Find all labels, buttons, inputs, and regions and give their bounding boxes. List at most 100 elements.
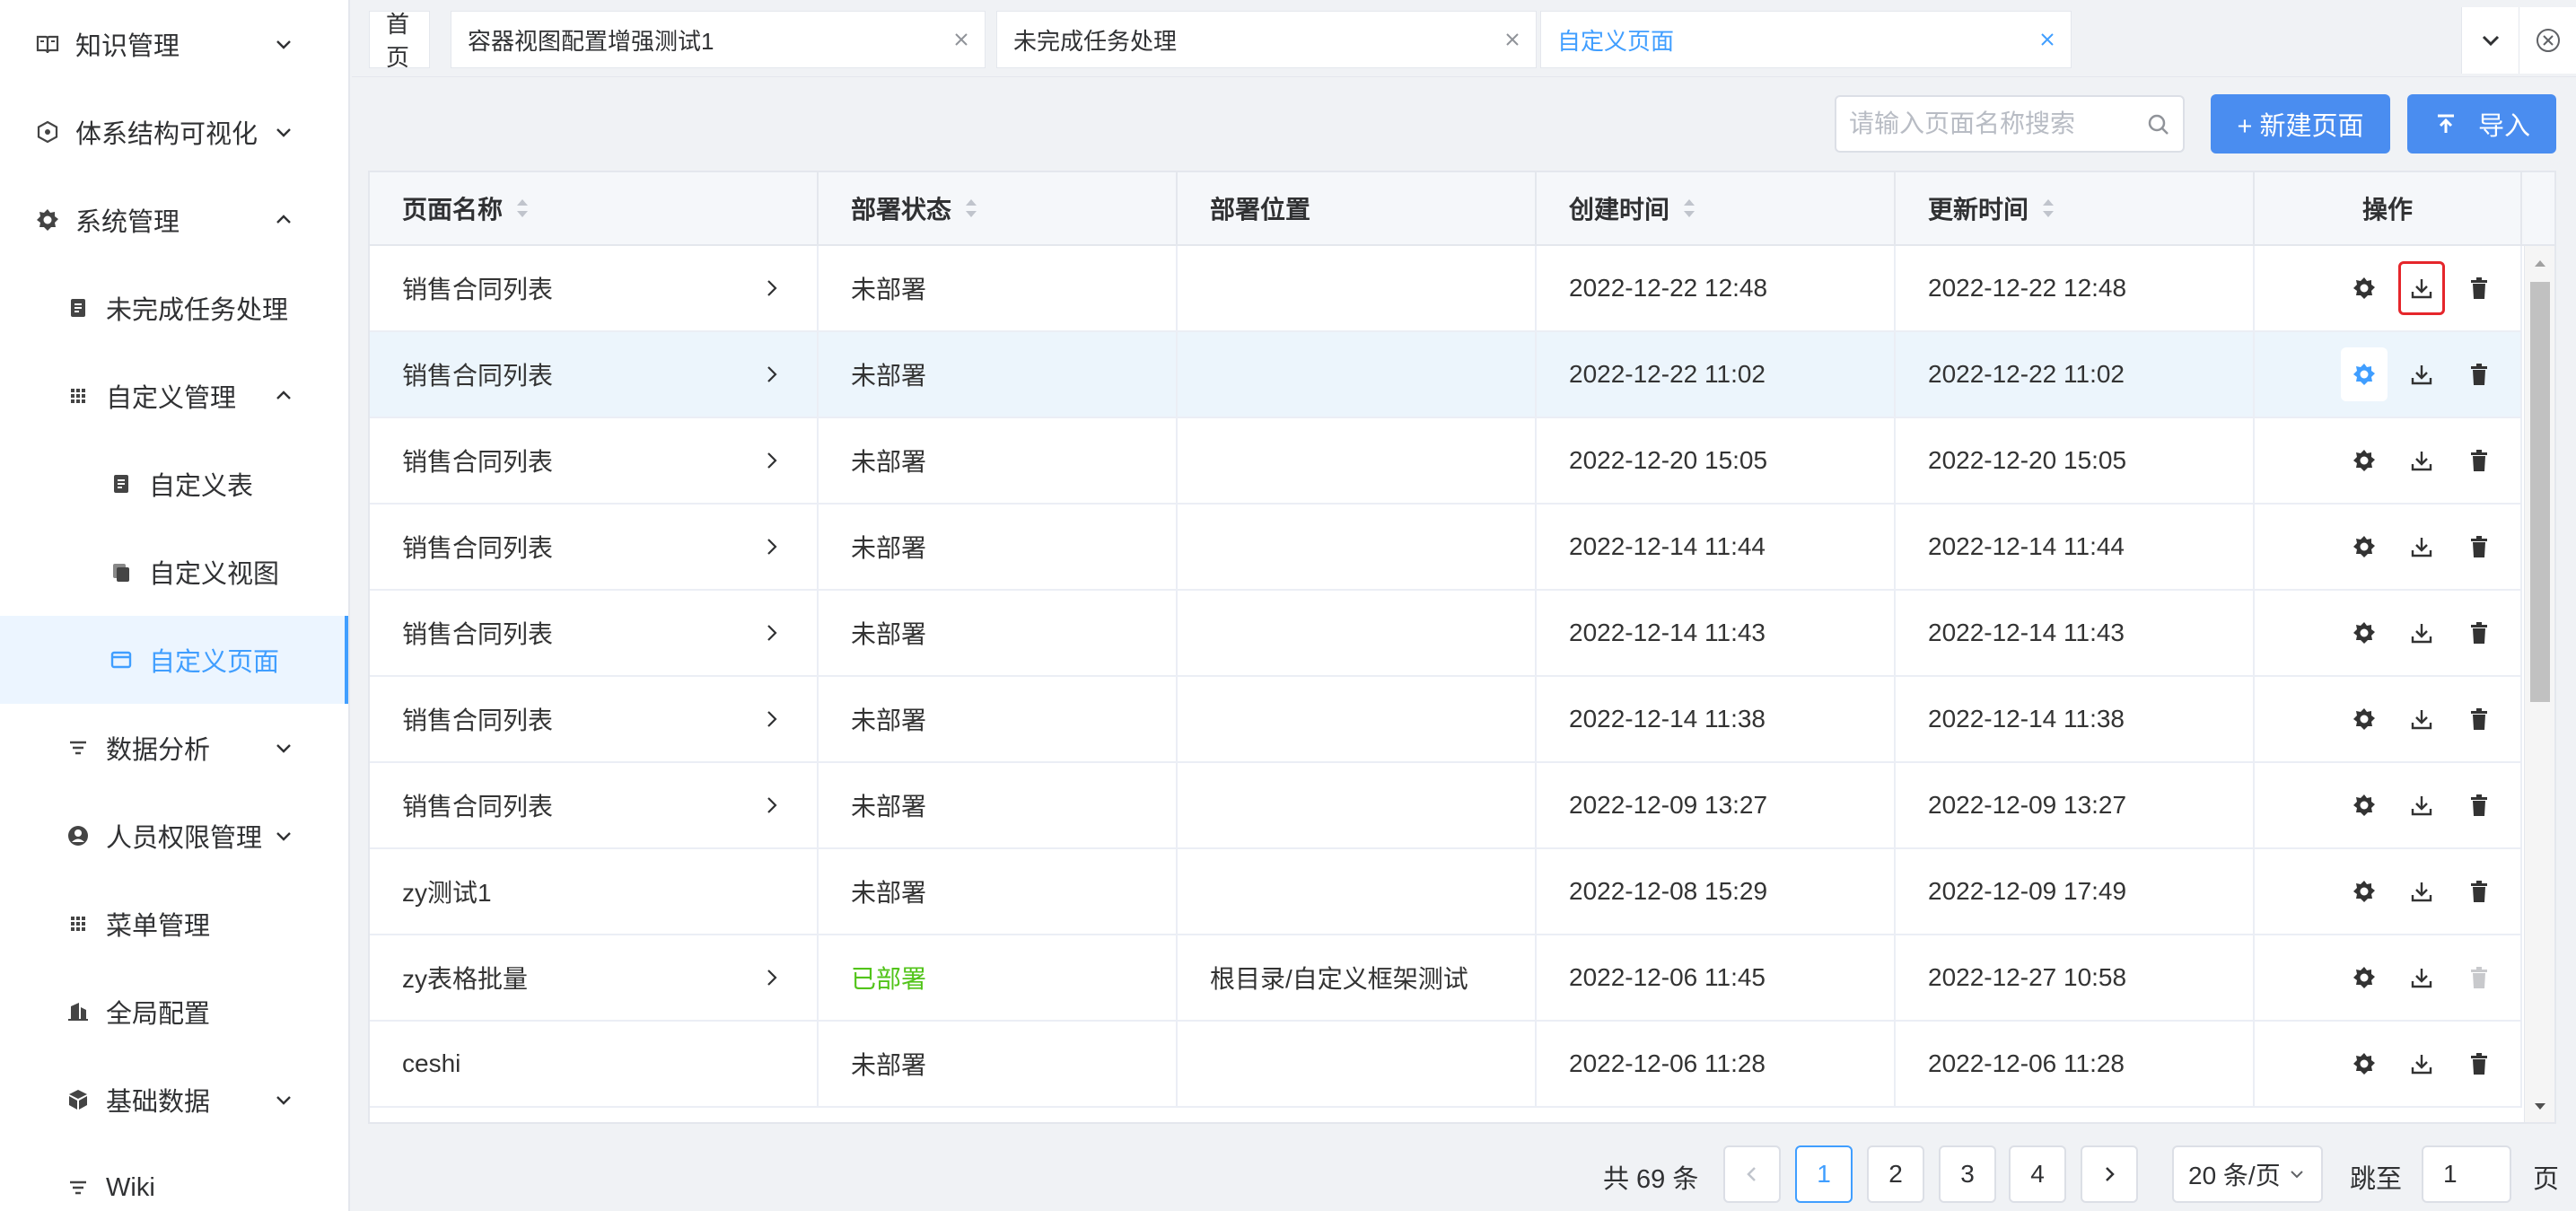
- export-button[interactable]: [2398, 778, 2445, 832]
- new-page-button[interactable]: + 新建页面: [2211, 94, 2390, 154]
- chevron-right-icon[interactable]: [761, 536, 783, 557]
- table-row[interactable]: 销售合同列表 未部署 2022-12-14 11:38 2022-12-14 11:3…: [370, 677, 2522, 763]
- prev-page-button[interactable]: [1723, 1145, 1781, 1203]
- sidebar-item-5[interactable]: 自定义表: [0, 440, 348, 528]
- export-button[interactable]: [2398, 692, 2445, 746]
- page-button-4[interactable]: 4: [2009, 1145, 2066, 1203]
- column-header-created[interactable]: 创建时间: [1537, 172, 1896, 244]
- table-scrollbar[interactable]: [2524, 246, 2554, 1122]
- close-all-tabs-button[interactable]: [2519, 7, 2576, 74]
- settings-button[interactable]: [2341, 520, 2388, 574]
- sidebar-item-12[interactable]: 基础数据: [0, 1056, 348, 1144]
- import-button[interactable]: 导入: [2407, 94, 2556, 154]
- chevron-right-icon[interactable]: [761, 967, 783, 988]
- sidebar-item-4[interactable]: 自定义管理: [0, 352, 348, 440]
- export-button[interactable]: [2398, 347, 2445, 401]
- table-row[interactable]: 销售合同列表 未部署 2022-12-20 15:05 2022-12-20 15:0…: [370, 418, 2522, 505]
- column-header-name[interactable]: 页面名称: [370, 172, 819, 244]
- tab-container-view-config[interactable]: 容器视图配置增强测试1: [451, 11, 986, 68]
- settings-button[interactable]: [2341, 692, 2388, 746]
- delete-button[interactable]: [2456, 864, 2502, 918]
- cube-icon: [63, 1084, 93, 1115]
- export-button[interactable]: [2398, 434, 2445, 487]
- page-button-3[interactable]: 3: [1939, 1145, 1996, 1203]
- tab-home[interactable]: 首页: [369, 11, 430, 71]
- delete-button[interactable]: [2456, 434, 2502, 487]
- sidebar-item-10[interactable]: 菜单管理: [0, 880, 348, 968]
- delete-button[interactable]: [2456, 606, 2502, 660]
- chevron-right-icon[interactable]: [761, 708, 783, 730]
- settings-button[interactable]: [2341, 951, 2388, 1005]
- settings-button[interactable]: [2341, 261, 2388, 315]
- sort-icon[interactable]: [515, 197, 530, 220]
- next-page-button[interactable]: [2081, 1145, 2138, 1203]
- sort-icon[interactable]: [1682, 197, 1696, 220]
- sidebar-item-9[interactable]: 人员权限管理: [0, 792, 348, 880]
- scrollbar-thumb[interactable]: [2530, 282, 2550, 702]
- delete-button[interactable]: [2456, 778, 2502, 832]
- chevron-right-icon[interactable]: [761, 794, 783, 816]
- sidebar-item-13[interactable]: Wiki: [0, 1144, 348, 1211]
- scroll-up-icon[interactable]: [2532, 255, 2548, 271]
- settings-button[interactable]: [2341, 434, 2388, 487]
- chevron-right-icon[interactable]: [761, 277, 783, 299]
- table-row[interactable]: 销售合同列表 未部署 2022-12-14 11:44 2022-12-14 11:4…: [370, 505, 2522, 591]
- close-icon[interactable]: [1503, 31, 1521, 48]
- export-button[interactable]: [2398, 1037, 2445, 1091]
- delete-button[interactable]: [2456, 1037, 2502, 1091]
- page-button-1[interactable]: 1: [1795, 1145, 1853, 1203]
- cell-status: 未部署: [819, 591, 1178, 675]
- chevron-right-icon[interactable]: [761, 622, 783, 644]
- tabs-dropdown-button[interactable]: [2461, 7, 2519, 74]
- sidebar-item-7[interactable]: 自定义页面: [0, 616, 348, 704]
- sidebar-item-label: 自定义管理: [106, 384, 237, 413]
- sidebar-item-0[interactable]: 知识管理: [0, 0, 348, 88]
- delete-button[interactable]: [2456, 261, 2502, 315]
- column-header-status[interactable]: 部署状态: [819, 172, 1178, 244]
- chevron-right-icon[interactable]: [761, 364, 783, 385]
- settings-button[interactable]: [2341, 778, 2388, 832]
- export-button[interactable]: [2398, 606, 2445, 660]
- tab-custom-page[interactable]: 自定义页面: [1540, 11, 2072, 68]
- scroll-down-icon[interactable]: [2532, 1099, 2548, 1115]
- sidebar-item-11[interactable]: 全局配置: [0, 968, 348, 1056]
- settings-button[interactable]: [2341, 864, 2388, 918]
- settings-button[interactable]: [2341, 1037, 2388, 1091]
- table-row[interactable]: zy测试1 未部署 2022-12-08 15:29 2022-12-09 17:49: [370, 849, 2522, 935]
- settings-button[interactable]: [2341, 347, 2388, 401]
- settings-button[interactable]: [2341, 606, 2388, 660]
- table-row[interactable]: 销售合同列表 未部署 2022-12-22 12:48 2022-12-22 12:4…: [370, 246, 2522, 332]
- table-row[interactable]: 销售合同列表 未部署 2022-12-22 11:02 2022-12-22 11:0…: [370, 332, 2522, 418]
- sidebar-item-2[interactable]: 系统管理: [0, 176, 348, 264]
- table-row[interactable]: ceshi 未部署 2022-12-06 11:28 2022-12-06 11:28: [370, 1022, 2522, 1108]
- close-icon[interactable]: [2038, 31, 2056, 48]
- delete-button[interactable]: [2456, 520, 2502, 574]
- chevron-right-icon[interactable]: [761, 450, 783, 471]
- export-button[interactable]: [2398, 864, 2445, 918]
- sidebar-item-1[interactable]: 体系结构可视化: [0, 88, 348, 176]
- page-size-select[interactable]: 20 条/页: [2172, 1145, 2323, 1203]
- sidebar-item-6[interactable]: 自定义视图: [0, 528, 348, 616]
- search-icon[interactable]: [2147, 113, 2170, 136]
- tab-unfinished-tasks[interactable]: 未完成任务处理: [996, 11, 1537, 68]
- sort-icon[interactable]: [964, 197, 978, 220]
- page-button-2[interactable]: 2: [1867, 1145, 1924, 1203]
- trash-icon: [2466, 362, 2492, 387]
- sidebar-item-3[interactable]: 未完成任务处理: [0, 264, 348, 352]
- sort-icon[interactable]: [2041, 197, 2055, 220]
- jump-page-input[interactable]: [2422, 1145, 2511, 1203]
- export-button[interactable]: [2398, 951, 2445, 1005]
- table-row[interactable]: 销售合同列表 未部署 2022-12-14 11:43 2022-12-14 11:4…: [370, 591, 2522, 677]
- delete-button[interactable]: [2456, 347, 2502, 401]
- search-input[interactable]: [1835, 95, 2185, 153]
- delete-button[interactable]: [2456, 692, 2502, 746]
- sidebar-item-8[interactable]: 数据分析: [0, 704, 348, 792]
- table-row[interactable]: zy表格批量 已部署 根目录/自定义框架测试 2022-12-06 11:45 2022…: [370, 935, 2522, 1022]
- page-size-value: 20 条/页: [2188, 1162, 2281, 1189]
- export-button[interactable]: [2398, 261, 2445, 315]
- export-button[interactable]: [2398, 520, 2445, 574]
- column-header-updated[interactable]: 更新时间: [1896, 172, 2255, 244]
- app: 知识管理 体系结构可视化 系统管理 未完成任务处理 自定义管理 自定义表 自定义视图 自定义页…: [0, 0, 2576, 1211]
- close-icon[interactable]: [952, 31, 970, 48]
- table-row[interactable]: 销售合同列表 未部署 2022-12-09 13:27 2022-12-09 13:2…: [370, 763, 2522, 849]
